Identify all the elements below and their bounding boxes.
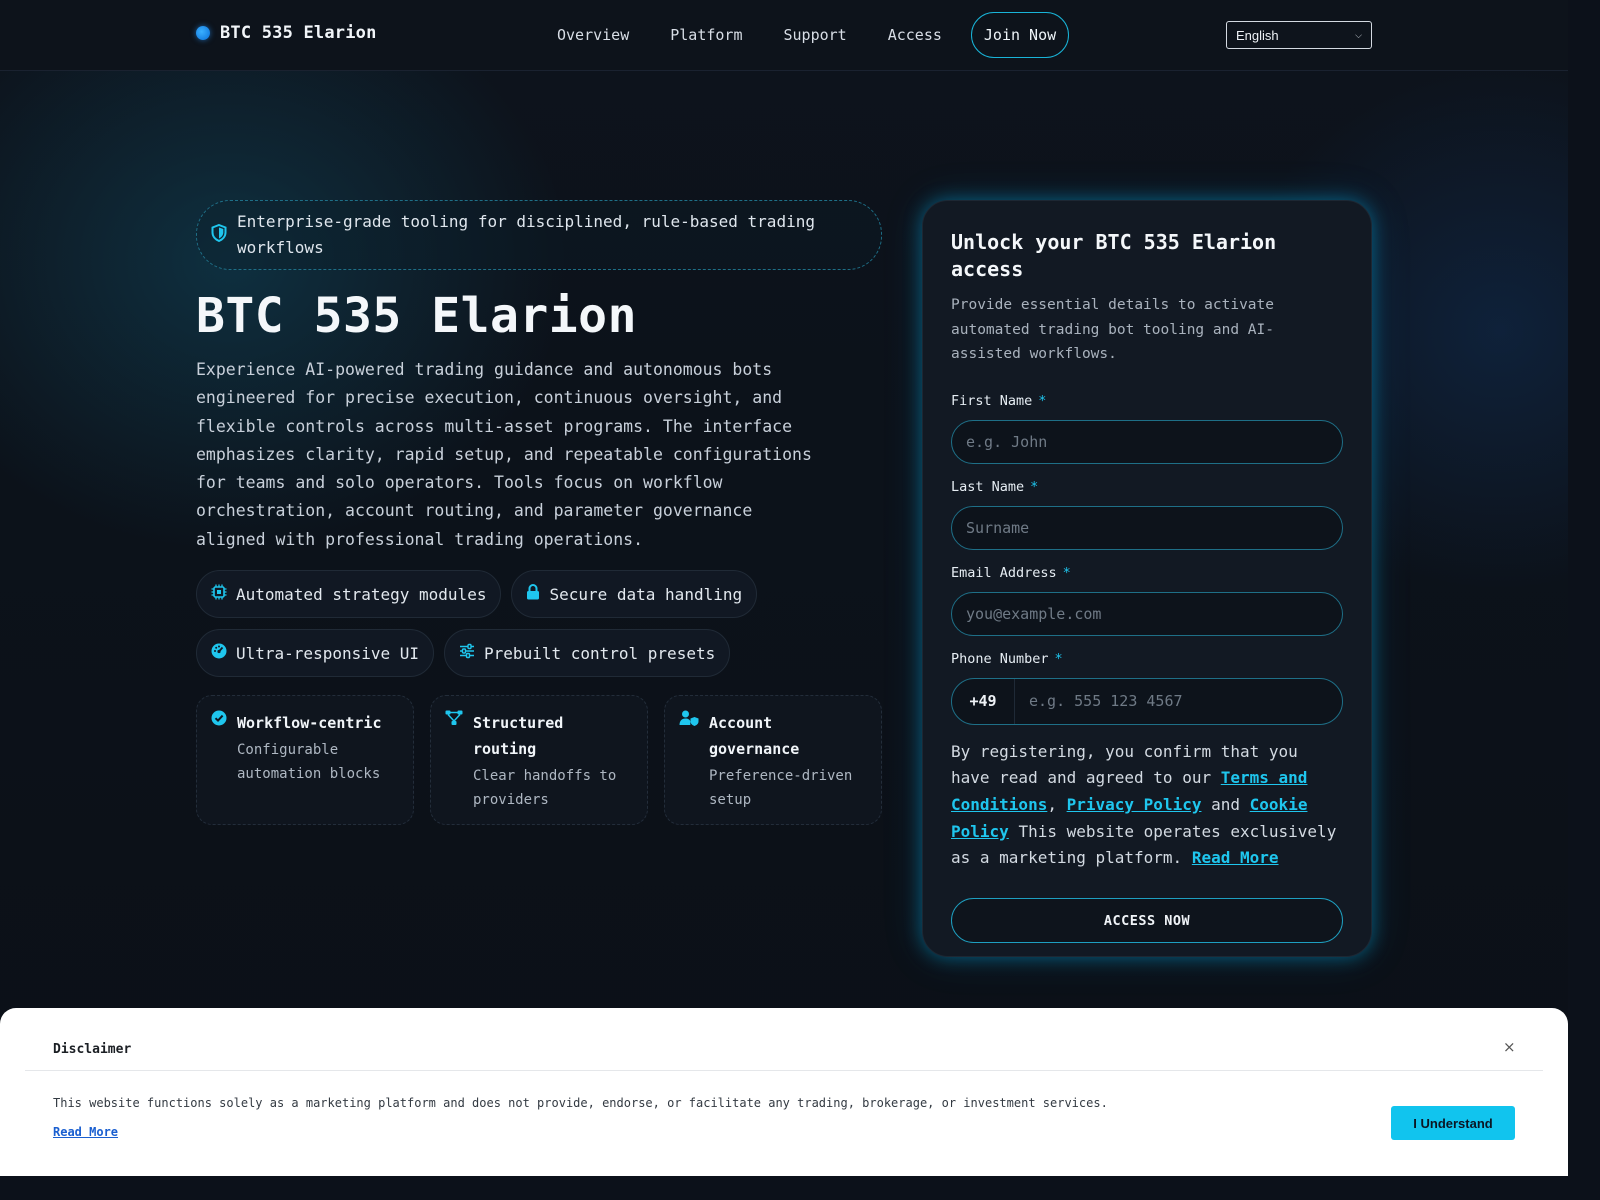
read-more-link[interactable]: Read More — [1192, 848, 1279, 867]
phone-country-code[interactable]: +49 — [952, 678, 1015, 724]
nav-platform[interactable]: Platform — [670, 12, 742, 58]
nav-access[interactable]: Access — [888, 12, 942, 58]
brand-name: BTC 535 Elarion — [220, 23, 377, 43]
required-mark: * — [1062, 564, 1071, 581]
email-label: Email Address * — [951, 565, 1343, 583]
routing-icon — [445, 710, 463, 824]
required-mark: * — [1038, 392, 1047, 409]
chip-prebuilt-presets: Prebuilt control presets — [444, 629, 731, 678]
first-name-field[interactable]: e.g. John — [951, 419, 1343, 464]
privacy-link[interactable]: Privacy Policy — [1067, 795, 1202, 814]
last-name-label: Last Name * — [951, 479, 1343, 497]
chip-icon — [211, 584, 227, 604]
hero-badge-text: Enterprise-grade tooling for disciplined… — [237, 212, 815, 257]
language-select[interactable]: English ⌵ — [1226, 21, 1372, 49]
lock-icon — [526, 584, 540, 604]
disclaimer-banner: Disclaimer × This website functions sole… — [0, 1008, 1568, 1176]
disclaimer-text: This website functions solely as a marke… — [53, 1096, 1108, 1110]
gauge-icon — [211, 643, 227, 663]
close-icon[interactable]: × — [1503, 1038, 1516, 1056]
feature-cards: Workflow-centric Configurable automation… — [196, 695, 882, 826]
card-account-governance: Account governance Preference-driven set… — [664, 695, 882, 826]
chip-automated-strategy: Automated strategy modules — [196, 570, 502, 619]
chip-secure-data: Secure data handling — [511, 570, 758, 619]
chevron-down-icon: ⌵ — [1355, 29, 1362, 40]
main-nav: Overview Platform Support Access Join No… — [557, 12, 1070, 58]
shield-icon — [211, 223, 227, 246]
consent-comma: , — [1047, 794, 1057, 814]
check-circle-icon — [211, 710, 227, 824]
card-subtitle: Clear handoffs to providers — [473, 768, 617, 809]
chip-ultra-responsive: Ultra-responsive UI — [196, 629, 435, 678]
divider — [25, 1070, 1543, 1071]
card-title: Account governance — [709, 714, 800, 759]
join-now-button[interactable]: Join Now — [970, 12, 1070, 58]
first-name-placeholder: e.g. John — [966, 432, 1048, 451]
email-placeholder: you@example.com — [966, 604, 1102, 623]
email-label-text: Email Address — [951, 564, 1057, 581]
language-value: English — [1236, 27, 1279, 43]
disclaimer-title: Disclaimer — [53, 1042, 132, 1057]
chip-label: Automated strategy modules — [236, 584, 487, 604]
first-name-label: First Name * — [951, 393, 1343, 411]
user-shield-icon — [679, 710, 699, 824]
phone-number-input[interactable]: e.g. 555 123 4567 — [1015, 692, 1183, 710]
signup-form-card: Unlock your BTC 535 Elarion access Provi… — [922, 200, 1372, 957]
phone-label: Phone Number * — [951, 651, 1343, 669]
brand[interactable]: BTC 535 Elarion — [196, 23, 377, 43]
required-mark: * — [1054, 650, 1063, 667]
nav-support[interactable]: Support — [784, 12, 847, 58]
chip-label: Secure data handling — [549, 584, 743, 604]
last-name-label-text: Last Name — [951, 478, 1025, 495]
chip-label: Prebuilt control presets — [484, 643, 716, 663]
phone-field: +49 e.g. 555 123 4567 — [951, 677, 1343, 725]
card-structured-routing: Structured routing Clear handoffs to pro… — [430, 695, 648, 826]
card-subtitle: Preference-driven setup — [709, 768, 853, 809]
consent-and: and — [1211, 794, 1241, 814]
hero-title: BTC 535 Elarion — [196, 288, 637, 344]
card-subtitle: Configurable automation blocks — [237, 742, 381, 783]
first-name-label-text: First Name — [951, 392, 1033, 409]
brand-logo-icon — [196, 26, 210, 40]
access-now-button[interactable]: ACCESS NOW — [951, 898, 1343, 944]
hero-section: Enterprise-grade tooling for disciplined… — [196, 200, 882, 826]
last-name-field[interactable]: Surname — [951, 505, 1343, 550]
phone-label-text: Phone Number — [951, 650, 1049, 667]
hero-description: Experience AI-powered trading guidance a… — [196, 360, 812, 549]
required-mark: * — [1030, 478, 1039, 495]
card-title: Structured routing — [473, 714, 564, 759]
last-name-placeholder: Surname — [966, 518, 1030, 537]
hero-badge: Enterprise-grade tooling for disciplined… — [196, 200, 882, 270]
feature-chips: Automated strategy modules Secure data h… — [196, 570, 796, 678]
consent-text: By registering, you confirm that you hav… — [951, 739, 1343, 873]
email-field[interactable]: you@example.com — [951, 591, 1343, 636]
disclaimer-read-more-link[interactable]: Read More — [53, 1125, 118, 1139]
nav-overview[interactable]: Overview — [557, 12, 629, 58]
form-title: Unlock your BTC 535 Elarion access — [951, 230, 1277, 281]
form-subtitle: Provide essential details to activate au… — [951, 297, 1275, 362]
sliders-icon — [459, 643, 475, 663]
card-workflow-centric: Workflow-centric Configurable automation… — [196, 695, 414, 826]
top-nav-bar: BTC 535 Elarion Overview Platform Suppor… — [0, 0, 1568, 71]
i-understand-button[interactable]: I Understand — [1391, 1106, 1515, 1140]
chip-label: Ultra-responsive UI — [236, 643, 420, 663]
card-title: Workflow-centric — [237, 714, 382, 733]
